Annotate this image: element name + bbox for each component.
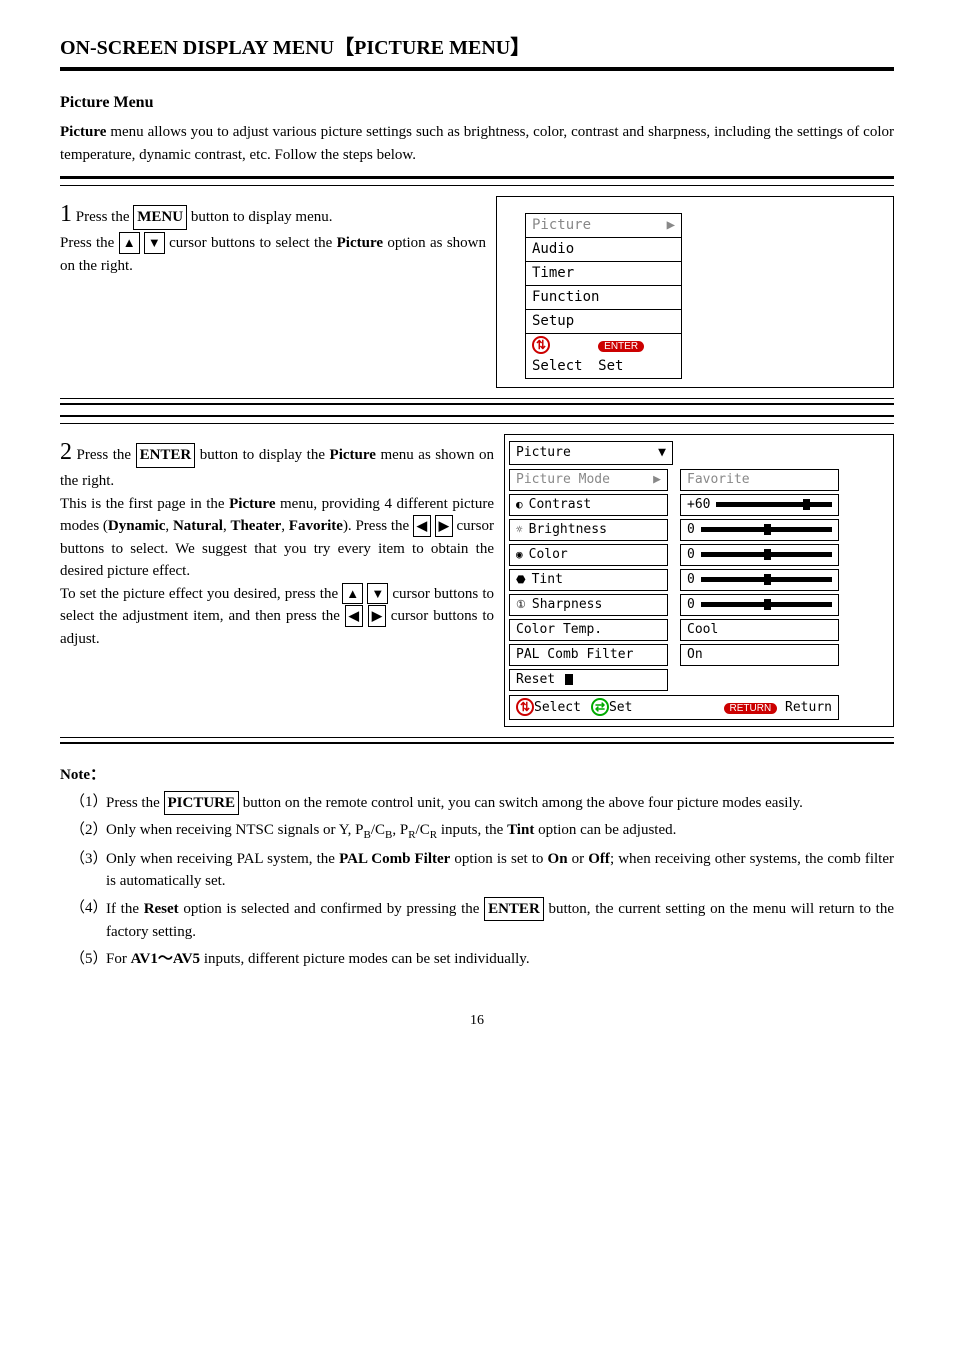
val-contrast: +60 <box>680 494 839 516</box>
row-pal-comb: PAL Comb Filter <box>509 644 668 666</box>
val-sharpness: 0 <box>680 594 839 616</box>
row-reset: Reset <box>509 669 668 691</box>
step-2-text: 2 Press the ENTER button to display the … <box>60 434 504 727</box>
menu-item-timer: Timer <box>526 262 681 286</box>
picture-panel-header: Picture▼ <box>509 441 673 465</box>
step-2-number: 2 <box>60 439 72 465</box>
page-number: 16 <box>60 1010 894 1031</box>
note-1: （1） Press the PICTURE button on the remo… <box>70 791 894 816</box>
val-brightness: 0 <box>680 519 839 541</box>
picture-panel-footer: ⇅Select ⇄Set RETURN Return <box>509 695 839 721</box>
menu-item-function: Function <box>526 286 681 310</box>
menu-item-setup: Setup <box>526 310 681 334</box>
right-arrow-icon: ▶ <box>435 515 453 537</box>
sharpness-icon: ① <box>516 597 526 614</box>
enter-button-label: ENTER <box>484 897 544 922</box>
step-1-figure: Picture▶ Audio Timer Function Setup ⇅Sel… <box>496 196 894 388</box>
up-arrow-icon: ▲ <box>119 232 140 254</box>
row-color-temp: Color Temp. <box>509 619 668 641</box>
note-list: （1） Press the PICTURE button on the remo… <box>60 791 894 971</box>
tint-icon: ⬣ <box>516 572 526 589</box>
contrast-icon: ◐ <box>516 497 523 514</box>
down-arrow-icon: ▼ <box>144 232 165 254</box>
note-4: （4） If the Reset option is selected and … <box>70 897 894 944</box>
menu-item-audio: Audio <box>526 238 681 262</box>
brightness-icon: ☼ <box>516 522 523 539</box>
picture-button-label: PICTURE <box>164 791 240 816</box>
right-arrow-icon: ▶ <box>653 470 661 490</box>
down-triangle-icon: ▼ <box>658 443 666 463</box>
step-2: 2 Press the ENTER button to display the … <box>60 415 894 744</box>
intro-text: Picture menu allows you to adjust variou… <box>60 121 894 166</box>
reset-icon <box>565 674 573 685</box>
menu-button-label: MENU <box>133 205 187 230</box>
step-1-number: 1 <box>60 201 72 227</box>
val-color-temp: Cool <box>680 619 839 641</box>
val-picture-mode: Favorite <box>680 469 839 491</box>
up-arrow-icon: ▲ <box>342 583 363 605</box>
down-arrow-icon: ▼ <box>367 583 388 605</box>
enter-button-label: ENTER <box>136 443 196 468</box>
picture-menu-panel: Picture▼ Picture Mode▶ ◐Contrast ☼Bright… <box>504 434 894 727</box>
step-1-text: 1 Press the MENU button to display menu.… <box>60 196 496 388</box>
step-1: 1 Press the MENU button to display menu.… <box>60 176 894 405</box>
select-circle-icon: ⇅ <box>532 336 550 354</box>
val-pal-comb: On <box>680 644 839 666</box>
return-badge: RETURN <box>724 703 778 714</box>
row-tint: ⬣Tint <box>509 569 668 591</box>
row-picture-mode: Picture Mode▶ <box>509 469 668 491</box>
right-arrow-icon: ▶ <box>368 605 386 627</box>
title-divider <box>60 67 894 71</box>
page-title: ON-SCREEN DISPLAY MENU【PICTURE MENU】 <box>60 33 894 63</box>
right-arrow-icon: ▶ <box>667 215 675 236</box>
row-color: ◉Color <box>509 544 668 566</box>
val-color: 0 <box>680 544 839 566</box>
note-heading: Note： <box>60 764 894 787</box>
row-brightness: ☼Brightness <box>509 519 668 541</box>
set-circle-icon: ⇄ <box>591 698 609 716</box>
note-2: （2） Only when receiving NTSC signals or … <box>70 819 894 844</box>
select-circle-icon: ⇅ <box>516 698 534 716</box>
note-5: （5） For AV1～AV5 inputs, different pictur… <box>70 948 894 971</box>
menu-footer: ⇅Select ENTER Set <box>526 334 681 378</box>
section-heading: Picture Menu <box>60 91 894 115</box>
menu-item-picture: Picture▶ <box>526 214 681 238</box>
left-arrow-icon: ◀ <box>345 605 363 627</box>
left-arrow-icon: ◀ <box>413 515 431 537</box>
color-icon: ◉ <box>516 547 523 564</box>
val-tint: 0 <box>680 569 839 591</box>
main-menu-panel: Picture▶ Audio Timer Function Setup ⇅Sel… <box>525 213 682 379</box>
enter-badge: ENTER <box>598 341 644 352</box>
row-sharpness: ①Sharpness <box>509 594 668 616</box>
note-3: （3） Only when receiving PAL system, the … <box>70 848 894 893</box>
row-contrast: ◐Contrast <box>509 494 668 516</box>
